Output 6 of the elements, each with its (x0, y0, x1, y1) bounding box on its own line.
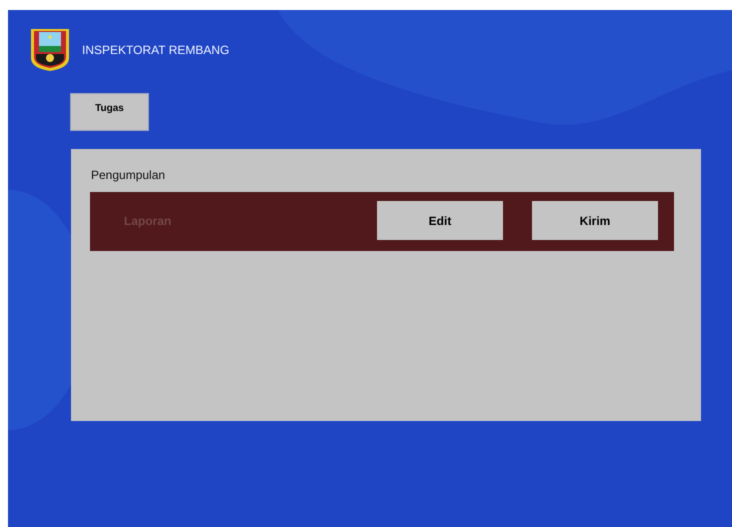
tugas-button[interactable]: Tugas (70, 93, 149, 131)
app-title: INSPEKTORAT REMBANG (82, 43, 230, 57)
send-button[interactable]: Kirim (532, 201, 658, 240)
emblem-logo (30, 28, 70, 72)
panel-title: Pengumpulan (91, 168, 166, 182)
edit-button[interactable]: Edit (377, 201, 503, 240)
